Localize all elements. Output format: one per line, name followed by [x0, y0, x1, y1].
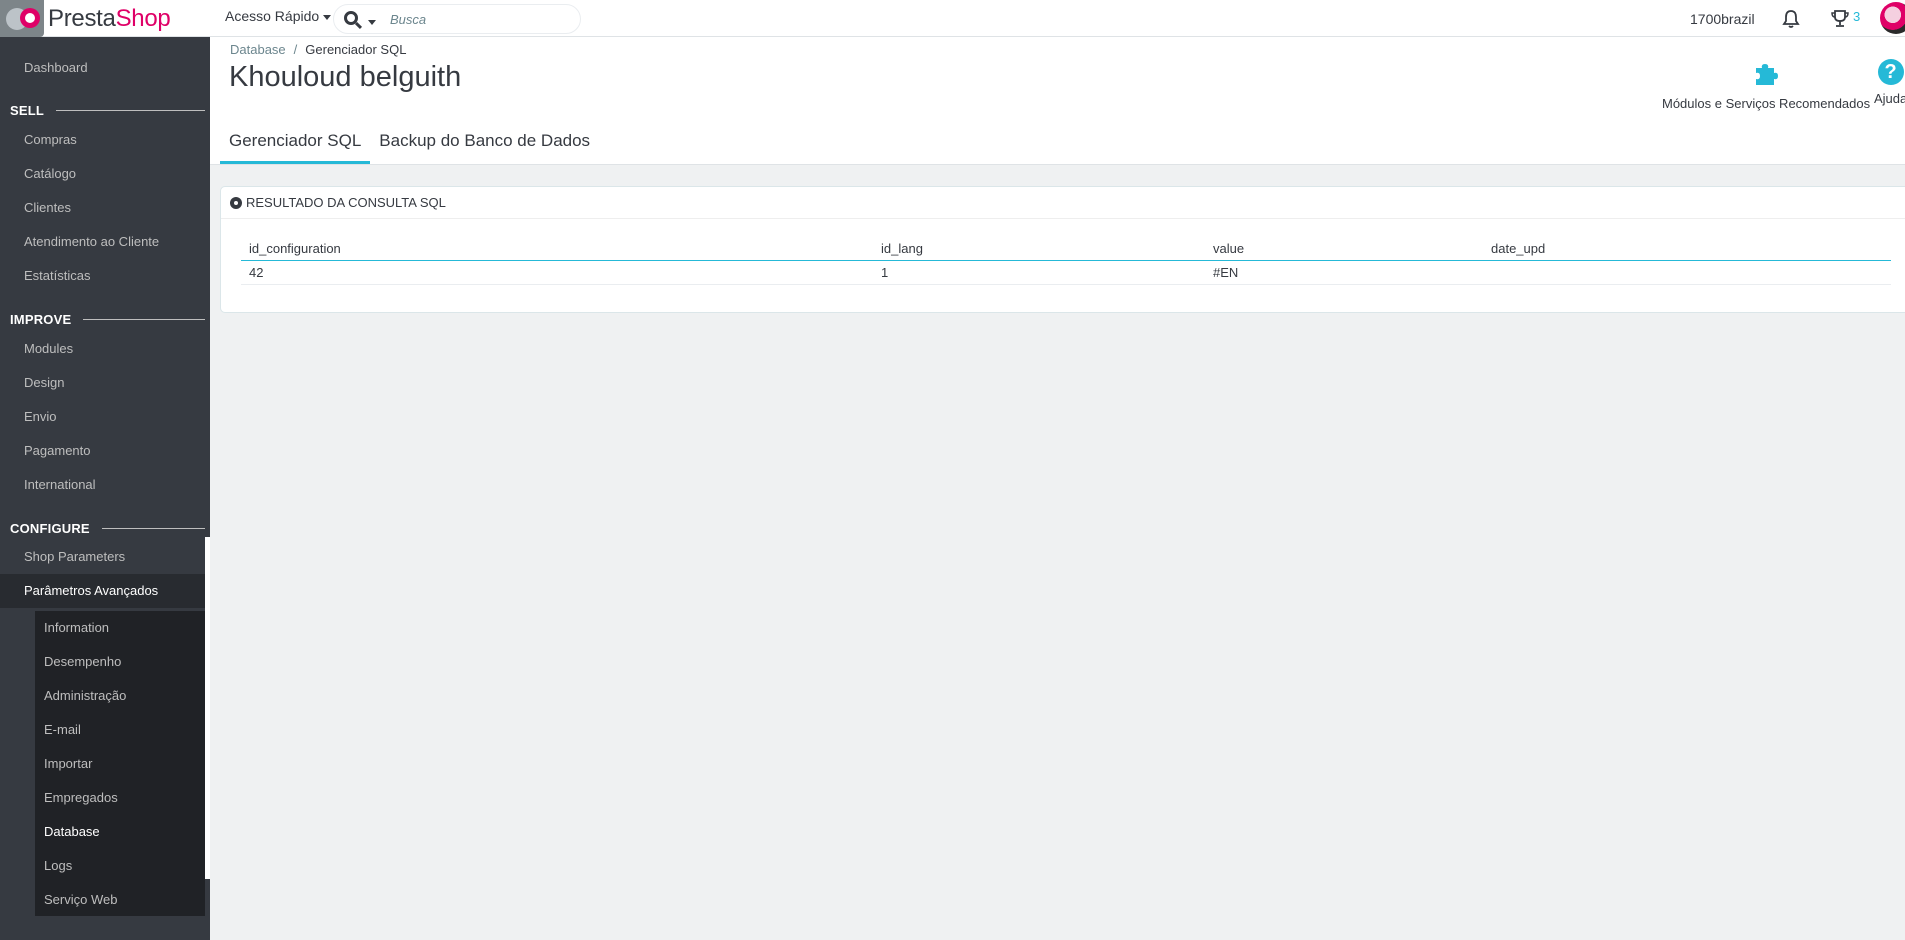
sidebar-section-improve: IMPROVE [10, 312, 205, 327]
sidebar: Dashboard SELL Compras Catálogo Clientes… [0, 37, 210, 940]
help-icon: ? [1877, 59, 1904, 85]
column-header: value [1213, 241, 1245, 256]
avatar[interactable] [1880, 2, 1905, 34]
puzzle-icon [1756, 64, 1779, 85]
brand-name: PrestaShop [48, 4, 171, 32]
help-label: Ajuda [1874, 91, 1905, 106]
panel-heading: Resultado da consulta SQL [221, 187, 1905, 219]
submenu-item-email[interactable]: E-mail [35, 713, 205, 747]
bell-icon[interactable] [1782, 9, 1800, 29]
submenu-item-desempenho[interactable]: Desempenho [35, 645, 205, 679]
sidebar-item-modules[interactable]: Modules [0, 332, 210, 366]
breadcrumb-link-database[interactable]: Database [230, 42, 286, 57]
cog-icon [230, 196, 242, 209]
breadcrumb-separator: / [293, 42, 298, 57]
column-header: id_configuration [249, 241, 341, 256]
column-header: date_upd [1491, 241, 1546, 256]
submenu-item-empregados[interactable]: Empregados [35, 781, 205, 815]
sidebar-section-configure: CONFIGURE [10, 521, 205, 536]
sidebar-item-shop-parameters[interactable]: Shop Parameters [0, 540, 210, 574]
sidebar-active-edge [205, 537, 210, 879]
sidebar-item-clientes[interactable]: Clientes [0, 191, 210, 225]
recommended-modules-button[interactable]: Módulos e Serviços Recomendados [1662, 59, 1870, 111]
table-cell: #EN [1213, 265, 1239, 280]
caret-down-icon [323, 14, 332, 20]
sidebar-item-compras[interactable]: Compras [0, 123, 210, 157]
page-title: Khouloud belguith [229, 61, 462, 93]
sidebar-item-catalogo[interactable]: Catálogo [0, 157, 210, 191]
table-cell: 1 [881, 265, 889, 280]
sidebar-item-atendimento[interactable]: Atendimento ao Cliente [0, 225, 210, 259]
search-icon[interactable] [340, 4, 370, 34]
table-header-row: id_configuration id_lang value date_upd [241, 237, 1891, 261]
sidebar-item-dashboard[interactable]: Dashboard [0, 51, 210, 85]
column-header: id_lang [881, 241, 923, 256]
result-table: id_configuration id_lang value date_upd … [241, 237, 1891, 285]
help-button[interactable]: ? Ajuda [1874, 59, 1905, 106]
trophy-count-badge: 3 [1853, 9, 1861, 24]
top-bar: PrestaShop Acesso Rápido 1700brazil 3 [0, 0, 1905, 37]
submenu-item-servico-web[interactable]: Serviço Web [35, 883, 205, 917]
quick-access-dropdown[interactable]: Acesso Rápido [225, 8, 332, 24]
shop-name-link[interactable]: 1700brazil [1690, 11, 1755, 27]
tab-sql-manager[interactable]: Gerenciador SQL [220, 126, 371, 164]
breadcrumb: Database / Gerenciador SQL [230, 42, 406, 57]
search-input[interactable] [390, 11, 570, 27]
sidebar-item-estatisticas[interactable]: Estatísticas [0, 259, 210, 293]
sidebar-item-pagamento[interactable]: Pagamento [0, 434, 210, 468]
page-header: Database / Gerenciador SQL Khouloud belgui… [210, 37, 1905, 165]
recommended-modules-label: Módulos e Serviços Recomendados [1662, 96, 1871, 111]
trophy-icon[interactable] [1830, 9, 1850, 29]
prestashop-logo-icon [0, 0, 44, 37]
sidebar-item-envio[interactable]: Envio [0, 400, 210, 434]
tab-bar: Gerenciador SQL Backup do Banco de Dados [220, 126, 599, 164]
sidebar-section-sell: SELL [10, 103, 205, 118]
submenu-item-logs[interactable]: Logs [35, 849, 205, 883]
submenu-item-information[interactable]: Information [35, 611, 205, 645]
submenu-item-importar[interactable]: Importar [35, 747, 205, 781]
sidebar-item-international[interactable]: International [0, 468, 210, 502]
sidebar-item-design[interactable]: Design [0, 366, 210, 400]
submenu-item-database[interactable]: Database [35, 815, 205, 849]
tab-db-backup[interactable]: Backup do Banco de Dados [370, 126, 599, 164]
table-row: 42 1 #EN [241, 261, 1891, 285]
table-cell: 42 [249, 265, 264, 280]
prestashop-logo[interactable]: PrestaShop [0, 0, 210, 37]
sql-result-panel: Resultado da consulta SQL id_configurati… [220, 186, 1905, 313]
panel-title: Resultado da consulta SQL [246, 195, 446, 210]
breadcrumb-current: Gerenciador SQL [305, 42, 407, 57]
quick-access-label: Acesso Rápido [225, 8, 320, 24]
sidebar-item-parametros-avancados[interactable]: Parâmetros Avançados [0, 574, 210, 608]
submenu-item-administracao[interactable]: Administração [35, 679, 205, 713]
search-bar [333, 4, 581, 34]
